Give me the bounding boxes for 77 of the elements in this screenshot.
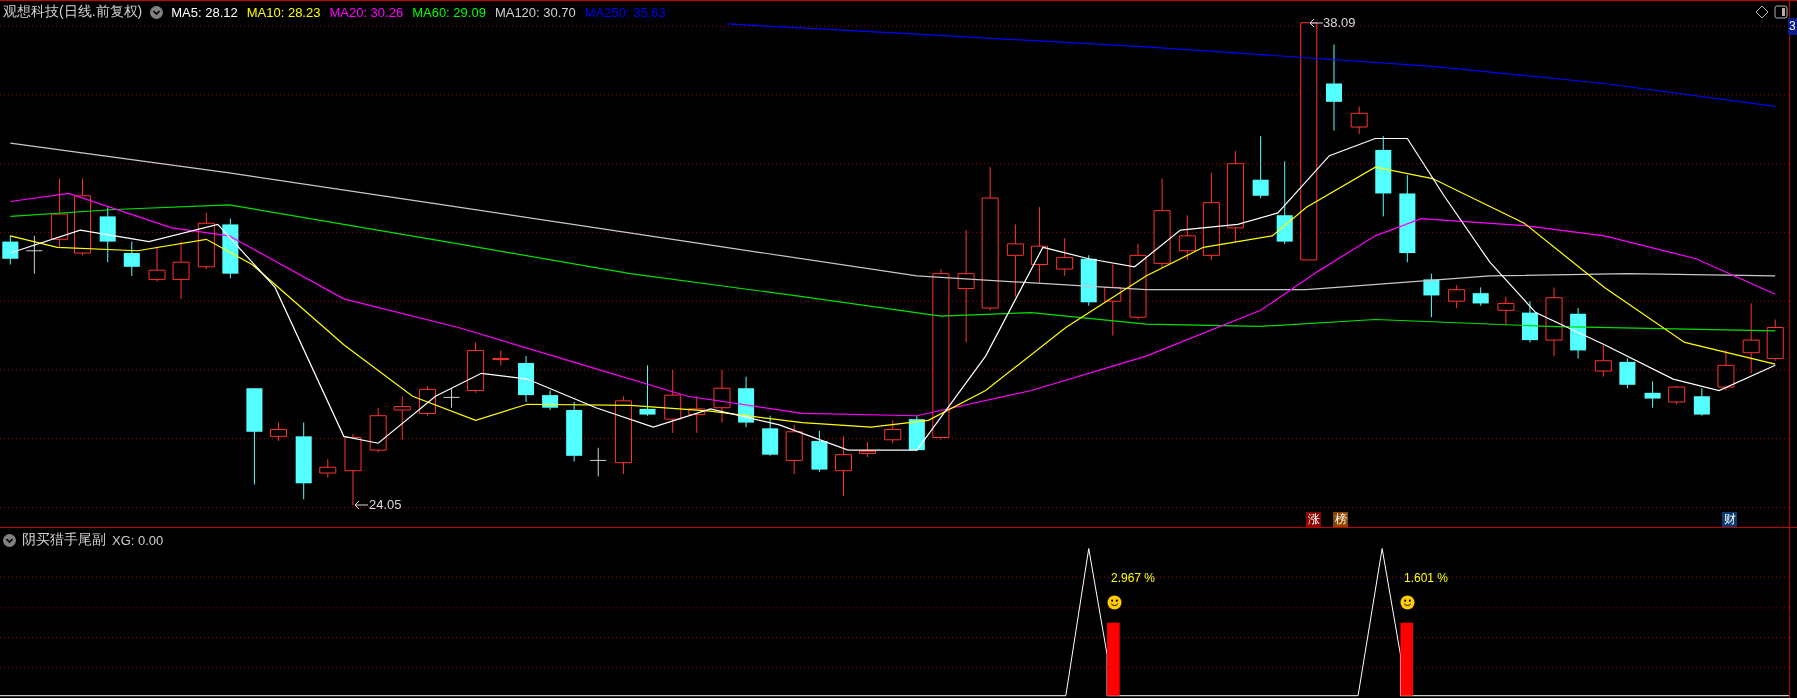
- price-label: 38.09: [1323, 15, 1356, 30]
- moving-average-value: MA10: 28.23: [246, 4, 321, 20]
- candlestick: [467, 341, 485, 394]
- candlestick: [566, 401, 583, 463]
- indicator-value: XG: 0.00: [112, 532, 164, 548]
- candlestick: [884, 419, 902, 444]
- diamond-icon[interactable]: [1755, 5, 1769, 19]
- smiley-face-icon: [1107, 595, 1122, 610]
- candlestick: [1594, 344, 1612, 378]
- moving-average-value: MA20: 30.26: [329, 4, 404, 20]
- candlestick: [2, 235, 19, 265]
- candlestick: [197, 212, 215, 270]
- candlestick: [1766, 319, 1784, 362]
- candlestick: [518, 355, 535, 403]
- candlestick: [172, 241, 190, 300]
- moving-average-value: MA60: 29.09: [412, 4, 486, 20]
- candlestick: [1717, 349, 1735, 391]
- candlestick: [1644, 380, 1661, 409]
- candlestick: [1545, 286, 1563, 357]
- candlestick: [762, 415, 779, 457]
- candlestick: [738, 376, 755, 428]
- indicator-title: 阴买猎手尾副: [22, 531, 106, 549]
- candlestick: [1448, 284, 1466, 309]
- moving-average-value: MA120: 30.70: [494, 4, 576, 20]
- candlestick: [443, 387, 461, 409]
- candlestick: [51, 178, 69, 248]
- moving-average-value: MA250: 35.63: [584, 4, 666, 20]
- candlestick: [834, 435, 852, 497]
- candlestick: [1178, 214, 1196, 261]
- candlestick: [148, 246, 166, 283]
- candlestick: [393, 395, 411, 441]
- candlestick: [908, 415, 925, 452]
- dropdown-icon[interactable]: [3, 533, 16, 547]
- dropdown-icon[interactable]: [150, 5, 164, 19]
- candlestick: [1056, 237, 1074, 277]
- candlestick: [369, 407, 387, 453]
- candlestick: [1619, 357, 1636, 389]
- event-badge[interactable]: 财: [1722, 512, 1737, 527]
- candlestick: [25, 235, 43, 275]
- candlestick: [269, 422, 287, 442]
- candlestick: [639, 364, 656, 417]
- arrow-icon: [1308, 18, 1324, 28]
- panel-toggle-icon[interactable]: [1774, 5, 1788, 19]
- candlestick: [222, 218, 239, 279]
- candlestick: [99, 206, 116, 263]
- candlestick: [1742, 302, 1760, 374]
- candlestick: [713, 369, 731, 424]
- candlestick: [1521, 300, 1538, 343]
- moving-average-value: MA5: 28.12: [171, 4, 238, 20]
- candlestick: [542, 390, 559, 411]
- candlestick: [688, 395, 706, 434]
- candlestick: [1080, 254, 1097, 307]
- candlestick: [589, 447, 607, 477]
- axis-label: 3: [1788, 18, 1797, 35]
- candlestick: [1472, 286, 1489, 307]
- candlestick: [492, 349, 510, 366]
- event-badge[interactable]: 涨: [1306, 512, 1321, 527]
- candlestick: [1570, 307, 1587, 359]
- arrow-icon: [353, 500, 369, 510]
- smiley-face-icon: [1400, 595, 1415, 610]
- candlestick: [1693, 387, 1710, 417]
- candlestick: [123, 241, 140, 277]
- signal-label: 2.967 %: [1111, 571, 1156, 585]
- stock-title: 观想科技(日线.前复权): [3, 3, 143, 21]
- candlestick: [1423, 273, 1440, 318]
- candlestick: [1668, 385, 1686, 405]
- candlestick: [811, 430, 828, 473]
- candlestick: [319, 458, 337, 479]
- candlestick: [785, 424, 803, 475]
- signal-label: 1.601 %: [1404, 571, 1449, 585]
- candlestick: [1497, 296, 1515, 326]
- event-badge[interactable]: 榜: [1333, 512, 1348, 527]
- candlestick: [664, 369, 682, 434]
- candlestick: [859, 441, 877, 458]
- candlestick: [1252, 135, 1269, 199]
- candlestick: [1350, 105, 1368, 135]
- price-label: 24.05: [369, 497, 402, 512]
